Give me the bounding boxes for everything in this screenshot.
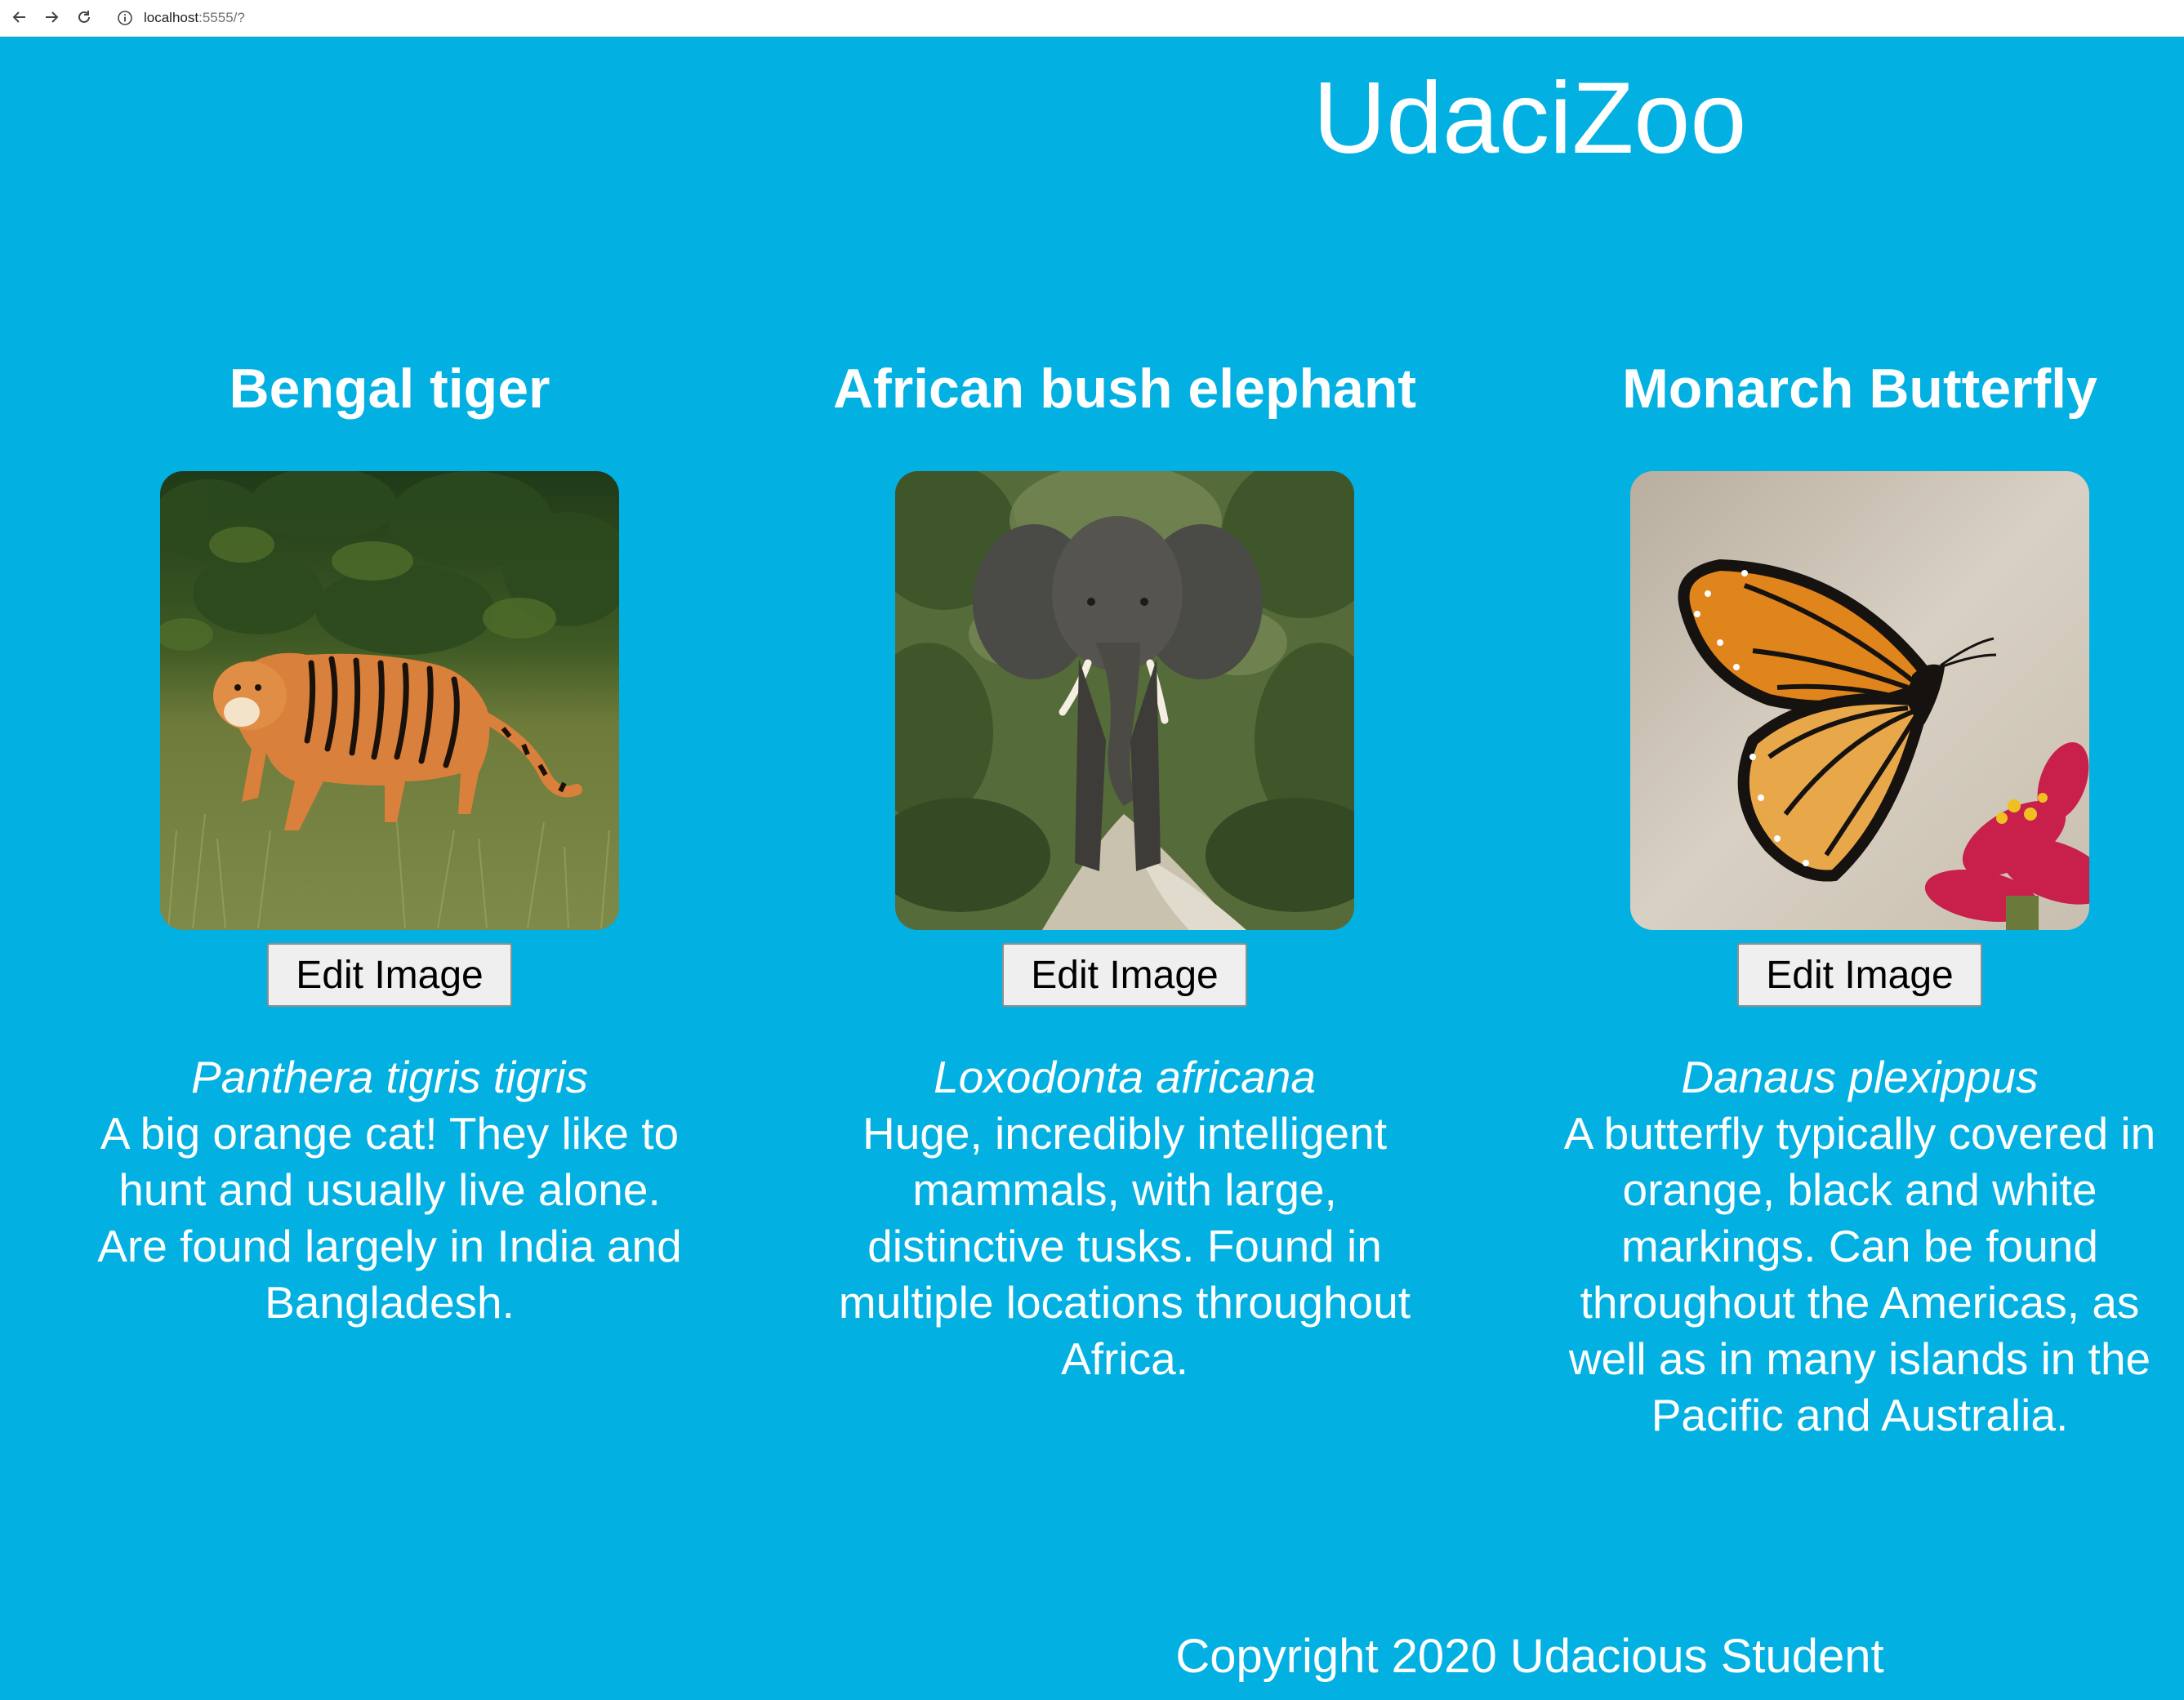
tiger-image <box>160 471 619 930</box>
scientific-name: Danaus plexippus <box>1681 1052 2039 1102</box>
edit-image-button[interactable]: Edit Image <box>267 943 512 1007</box>
scientific-name: Loxodonta africana <box>934 1052 1316 1102</box>
animal-info: Danaus plexippus A butterfly typically c… <box>1541 1049 2178 1444</box>
animal-card: African bush elephant Edit Image Loxodon… <box>757 343 1492 1387</box>
elephant-image <box>895 471 1354 930</box>
animal-card: Bengal tiger Edit Image Panthera tigris … <box>22 343 757 1331</box>
animal-info: Loxodonta africana Huge, incredibly inte… <box>814 1049 1435 1387</box>
url-path: :5555/? <box>198 10 245 25</box>
url-host: localhost <box>144 10 199 25</box>
site-title: UdaciZoo <box>1313 62 1747 175</box>
animal-name: African bush elephant <box>832 358 1417 420</box>
animal-name: Monarch Butterfly <box>1622 358 2097 420</box>
animal-name: Bengal tiger <box>229 358 550 420</box>
animal-description: A big orange cat! They like to hunt and … <box>97 1108 682 1328</box>
edit-image-button[interactable]: Edit Image <box>1002 943 1247 1007</box>
animal-card: Monarch Butterfly Edit Image Danaus plex… <box>1492 343 2184 1444</box>
browser-toolbar: localhost:5555/? <box>0 0 2184 37</box>
footer-copyright: Copyright 2020 Udacious Student <box>1175 1630 1884 1683</box>
address-bar[interactable]: localhost:5555/? <box>108 3 2166 33</box>
info-icon[interactable] <box>116 9 134 27</box>
animal-description: A butterfly typically covered in orange,… <box>1563 1108 2156 1440</box>
edit-image-button[interactable]: Edit Image <box>1737 943 1982 1007</box>
butterfly-image <box>1630 471 2089 930</box>
animal-info: Panthera tigris tigris A big orange cat!… <box>87 1049 692 1331</box>
animal-description: Huge, incredibly intelligent mammals, wi… <box>838 1108 1411 1384</box>
reload-icon[interactable] <box>72 5 96 29</box>
scientific-name: Panthera tigris tigris <box>190 1052 589 1102</box>
forward-arrow-icon[interactable] <box>39 5 64 29</box>
back-arrow-icon[interactable] <box>7 5 32 29</box>
